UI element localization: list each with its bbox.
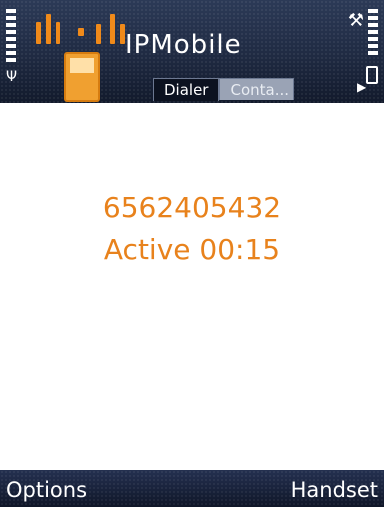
call-screen: 6562405432 Active 00:15 [0, 103, 384, 470]
softkey-bar: Options Handset [0, 470, 384, 507]
status-header: Ψ IPMobile ⚒ Dialer Conta... ▶ [0, 0, 384, 103]
tab-contacts[interactable]: Conta... [219, 78, 295, 100]
antenna-icon: Ψ [6, 69, 18, 85]
signal-strength-icon [6, 9, 16, 65]
tools-icon: ⚒ [347, 10, 364, 31]
battery-level-icon [368, 9, 378, 58]
app-title: IPMobile [125, 30, 242, 60]
tab-bar: Dialer Conta... [153, 78, 295, 101]
phone-icon [64, 52, 100, 102]
call-number: 6562405432 [102, 191, 282, 224]
tab-scroll-right-icon[interactable]: ▶ [357, 80, 366, 94]
handset-softkey[interactable]: Handset [291, 478, 378, 502]
options-softkey[interactable]: Options [6, 478, 87, 502]
battery-icon [366, 66, 378, 84]
ipmobile-logo-icon [34, 10, 139, 102]
call-status: Active 00:15 [103, 233, 281, 266]
tab-dialer[interactable]: Dialer [153, 78, 220, 101]
